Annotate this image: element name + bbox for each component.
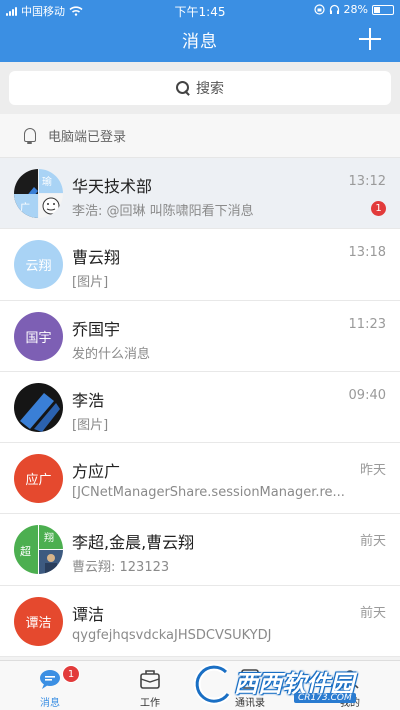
tab-messages[interactable]: 消息 1 [0,661,100,710]
avatar: 云翔 [14,240,63,290]
tab-unread-badge: 1 [62,665,80,683]
headphones-icon [329,4,339,14]
avatar [14,382,63,432]
conversation-preview: 李浩: @回琳 叫陈啸阳看下消息 [72,204,254,219]
page-title: 消息 [182,32,218,52]
conversation-row[interactable]: 谭洁 谭洁 qygfejhqsvdckaJHSDCVSUKYDJ 前天 [0,585,400,658]
person-icon [341,670,359,689]
conversation-list: 瑜 广 华天技术部 李浩: @回琳 叫陈啸阳看下消息 13:12 1 云翔 曹云… [0,158,400,658]
avatar-tile-label: 瑜 [42,177,52,188]
status-bar: 中国移动 下午1:45 28% [0,0,400,20]
conversation-time: 13:12 [348,174,386,189]
group-avatar: 超 翔 [14,525,63,575]
conversation-row[interactable]: 国宇 乔国宇 发的什么消息 11:23 [0,300,400,372]
avatar: 国宇 [14,311,63,361]
search-placeholder: 搜索 [196,81,224,97]
chat-bubble-icon [40,670,60,689]
desktop-login-text: 电脑端已登录 [48,130,127,145]
conversation-time: 13:18 [348,245,386,261]
search-bar[interactable]: 搜索 [9,71,391,105]
conversation-preview: qygfejhqsvdckaJHSDCVSUKYDJ [72,627,272,643]
header: 中国移动 下午1:45 28% 消息 [0,0,400,62]
tab-label: 通讯录 [235,698,265,709]
conversation-preview: 发的什么消息 [72,346,151,362]
tab-label: 工作 [140,698,160,709]
tab-label: 消息 [40,698,60,709]
contacts-icon [241,669,259,689]
battery-icon [372,4,394,15]
conversation-time: 09:40 [348,387,386,403]
conversation-preview: [图片] [72,417,109,433]
avatar: 应广 [14,454,63,504]
conversation-preview: 曹云翔: 123123 [72,560,170,576]
conversation-name: 乔国宇 [72,319,121,339]
conversation-time: 前天 [359,534,386,550]
avatar-image [14,382,63,432]
bell-icon [22,127,38,145]
conversation-row[interactable]: 应广 方应广 [JCNetManagerShare.sessionManager… [0,443,400,515]
conversation-name: 谭洁 [72,604,105,624]
conversation-name: 方应广 [72,462,121,482]
conversation-name: 李超,金晨,曹云翔 [72,533,195,553]
conversation-name: 华天技术部 [72,177,153,196]
search-area: 搜索 [0,62,400,114]
avatar: 谭洁 [14,596,63,646]
conversation-time: 11:23 [348,316,386,332]
tab-work[interactable]: 工作 [100,661,200,710]
battery-percent: 28% [343,3,368,16]
conversation-row[interactable]: 瑜 广 华天技术部 李浩: @回琳 叫陈啸阳看下消息 13:12 1 [0,158,400,230]
tab-contacts[interactable]: 通讯录 [200,661,300,710]
conversation-preview: [JCNetManagerShare.sessionManager.re... [72,485,345,501]
search-icon [176,81,190,95]
app: 中国移动 下午1:45 28% 消息 搜索 电脑端已登录 瑜 广 华天技术部 李… [0,0,400,710]
conversation-time: 昨天 [359,463,386,479]
tab-me[interactable]: 我的 [300,661,400,710]
tab-bar: 消息 1 工作 通讯录 我的 [0,660,400,710]
conversation-row[interactable]: 云翔 曹云翔 [图片] 13:18 [0,229,400,301]
avatar-tile-label: 超 [20,545,31,559]
avatar-tile-label: 翔 [44,533,54,545]
avatar-tile-label: 广 [20,203,30,214]
conversation-preview: [图片] [72,275,109,291]
desktop-login-banner[interactable]: 电脑端已登录 [0,114,400,158]
conversation-name: 李浩 [72,390,105,410]
conversation-row[interactable]: 超 翔 李超,金晨,曹云翔 曹云翔: 123123 前天 [0,514,400,586]
unread-badge: 1 [371,201,386,216]
add-plus-icon[interactable] [358,27,382,51]
lock-rotation-icon [313,4,325,15]
tab-label: 我的 [340,698,360,709]
conversation-time: 前天 [359,605,386,621]
conversation-row[interactable]: 李浩 [图片] 09:40 [0,371,400,444]
briefcase-icon [140,670,160,689]
conversation-name: 曹云翔 [72,248,121,268]
group-avatar: 瑜 广 [14,169,63,218]
